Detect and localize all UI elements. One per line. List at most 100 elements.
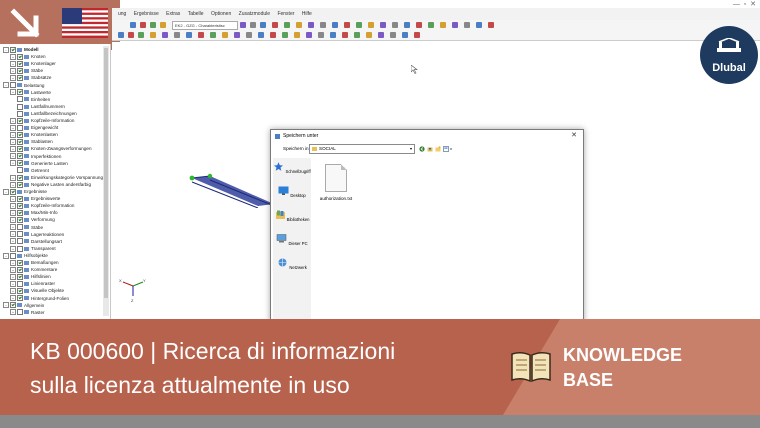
toolbar-button[interactable]	[344, 22, 350, 28]
toolbar-button[interactable]	[282, 32, 288, 38]
nav-tree-item[interactable]: + Ergebniswerte	[10, 195, 60, 202]
menu-item[interactable]: ung	[118, 8, 126, 20]
toolbar-button[interactable]	[140, 22, 146, 28]
toolbar-button[interactable]	[150, 32, 156, 38]
expand-toggle-icon[interactable]: −	[3, 46, 9, 53]
expand-toggle-icon[interactable]: +	[10, 68, 16, 75]
visibility-checkbox[interactable]	[17, 238, 23, 245]
nav-tree-item[interactable]: + Kommentare	[10, 266, 57, 273]
expand-toggle-icon[interactable]: +	[10, 273, 16, 280]
toolbar-button[interactable]	[476, 22, 482, 28]
visibility-checkbox[interactable]	[17, 281, 23, 288]
expand-toggle-icon[interactable]: +	[10, 174, 16, 181]
expand-toggle-icon[interactable]: +	[10, 60, 16, 67]
nav-tree-item[interactable]: + Knoten	[10, 53, 46, 60]
nav-tree-item[interactable]: + Hilfslinien	[10, 273, 51, 280]
expand-toggle-icon[interactable]: +	[10, 224, 16, 231]
nav-tree-item[interactable]: + Knotenlasten	[10, 131, 58, 138]
nav-tree-item[interactable]: + Negative Lasten andersfarbig	[10, 181, 91, 188]
toolbar-button[interactable]	[318, 32, 324, 38]
toolbar-button[interactable]	[308, 22, 314, 28]
toolbar-button[interactable]	[416, 22, 422, 28]
menu-item[interactable]: Ergebnisse	[134, 8, 159, 20]
expand-toggle-icon[interactable]: +	[10, 117, 16, 124]
nav-tree-item[interactable]: − Hilfsobjekte	[3, 252, 48, 259]
toolbar-button[interactable]	[186, 32, 192, 38]
expand-toggle-icon[interactable]: −	[3, 188, 9, 195]
menu-item[interactable]: Tabelle	[188, 8, 204, 20]
nav-tree-item[interactable]: + Linienraster	[10, 280, 55, 288]
toolbar-button[interactable]	[366, 32, 372, 38]
expand-toggle-icon[interactable]: +	[10, 53, 16, 60]
place-quick-access[interactable]: Schnellzugriff	[273, 162, 311, 174]
visibility-checkbox[interactable]	[17, 146, 23, 153]
expand-toggle-icon[interactable]: +	[10, 195, 16, 202]
visibility-checkbox[interactable]	[17, 288, 23, 295]
toolbar-button[interactable]	[368, 22, 374, 28]
expand-toggle-icon[interactable]: +	[10, 259, 16, 266]
visibility-checkbox[interactable]	[17, 245, 23, 252]
visibility-checkbox[interactable]	[17, 124, 23, 131]
visibility-checkbox[interactable]	[17, 89, 23, 96]
nav-tree-item[interactable]: + Stäbe	[10, 224, 43, 231]
expand-toggle-icon[interactable]: +	[10, 266, 16, 273]
up-folder-icon[interactable]	[427, 146, 433, 152]
expand-toggle-icon[interactable]: +	[10, 139, 16, 146]
nav-tree-item[interactable]: + Max/Min-Info	[10, 209, 58, 217]
expand-toggle-icon[interactable]: +	[10, 281, 16, 288]
nav-tree-item[interactable]: + Visuelle Objekte	[10, 287, 64, 295]
visibility-checkbox[interactable]	[17, 103, 23, 110]
expand-toggle-icon[interactable]: +	[10, 131, 16, 138]
nav-tree-item[interactable]: − Allgemein	[3, 302, 44, 309]
visibility-checkbox[interactable]	[17, 96, 23, 103]
nav-tree-item[interactable]: Lastfallnummern	[17, 103, 65, 110]
visibility-checkbox[interactable]	[17, 224, 23, 231]
visibility-checkbox[interactable]	[17, 181, 23, 188]
visibility-checkbox[interactable]	[10, 46, 16, 53]
visibility-checkbox[interactable]	[17, 131, 23, 138]
save-in-dropdown[interactable]: SOCIAL ▾	[309, 144, 415, 154]
visibility-checkbox[interactable]	[17, 153, 23, 160]
window-controls[interactable]: — ▫ ✕	[733, 0, 756, 8]
nav-tree-item[interactable]: − Modell	[3, 46, 39, 53]
toolbar-button[interactable]	[392, 22, 398, 28]
visibility-checkbox[interactable]	[10, 188, 16, 195]
nav-tree-item[interactable]: + Stabsätze	[10, 74, 51, 82]
toolbar-button[interactable]	[222, 32, 228, 38]
menu-item[interactable]: Fenster	[277, 8, 294, 20]
toolbar-button[interactable]	[440, 22, 446, 28]
expand-toggle-icon[interactable]: +	[10, 181, 16, 188]
toolbar-button[interactable]	[464, 22, 470, 28]
toolbar-button[interactable]	[354, 32, 360, 38]
place-network[interactable]: Netzwerk	[273, 258, 311, 270]
toolbar-button[interactable]	[428, 22, 434, 28]
nav-tree-item[interactable]: + Einwirkungskategorie Vorspannung	[10, 174, 103, 181]
nav-tree-item[interactable]: + Raster	[10, 309, 45, 316]
nav-tree-item[interactable]: Einheiten	[17, 96, 50, 103]
expand-toggle-icon[interactable]: +	[10, 146, 16, 153]
visibility-checkbox[interactable]	[17, 117, 23, 124]
toolbar-button[interactable]	[250, 22, 256, 28]
expand-toggle-icon[interactable]: −	[3, 302, 9, 309]
expand-toggle-icon[interactable]: +	[10, 231, 16, 238]
visibility-checkbox[interactable]	[17, 210, 23, 217]
expand-toggle-icon[interactable]: +	[10, 153, 16, 160]
toolbar-button[interactable]	[272, 22, 278, 28]
menu-item[interactable]: Optionen	[211, 8, 231, 20]
visibility-checkbox[interactable]	[17, 53, 23, 60]
expand-toggle-icon[interactable]: +	[10, 309, 16, 316]
toolbar-button[interactable]	[260, 22, 266, 28]
nav-tree-item[interactable]: + Verformung	[10, 216, 55, 224]
toolbar-button[interactable]	[162, 32, 168, 38]
menu-item[interactable]: Zusatzmodule	[239, 8, 270, 20]
file-item[interactable]: authorization.txt	[317, 164, 355, 201]
toolbar-button[interactable]	[150, 22, 156, 28]
toolbar-button[interactable]	[270, 32, 276, 38]
toolbar-button[interactable]	[160, 22, 166, 28]
nav-tree-item[interactable]: Getrennt	[17, 167, 49, 174]
toolbar-button[interactable]	[198, 32, 204, 38]
navigator-scroll-thumb[interactable]	[104, 48, 108, 298]
toolbar-button[interactable]	[240, 22, 246, 28]
nav-tree-item[interactable]: + Knoten-Zwangsverformungen	[10, 145, 92, 153]
nav-tree-item[interactable]: + Hintergrund-Folien	[10, 295, 69, 302]
